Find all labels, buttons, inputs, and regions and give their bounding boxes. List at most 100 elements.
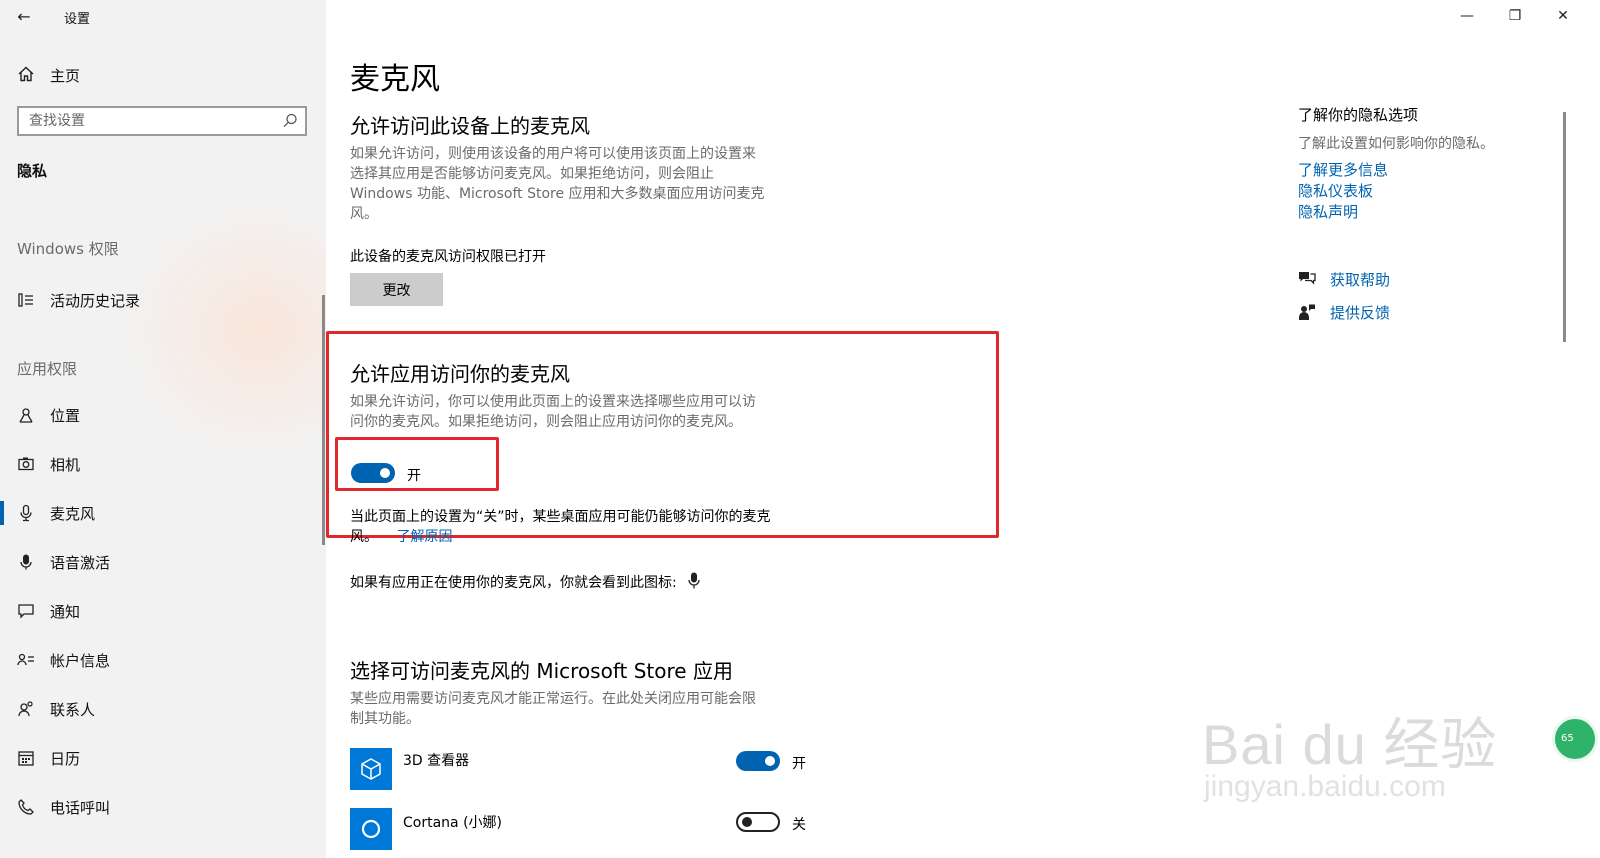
toggle-knob [742,817,752,827]
device-access-heading: 允许访问此设备上的麦克风 [350,114,590,138]
app-toggle-label: 关 [792,817,806,833]
sidebar-item-label: 日历 [50,750,81,768]
app-name: 3D 查看器 [403,753,470,769]
note-line: 当此页面上的设置为“关”时，某些桌面应用可能仍能够访问你的麦克 [350,509,771,525]
mic-in-use-icon [687,572,703,590]
sidebar-item-account-info[interactable]: 帐户信息 [0,642,326,678]
activity-history-icon [16,290,36,310]
close-button[interactable]: ✕ [1548,4,1578,28]
title-bar: ← 设置 [0,0,326,34]
app-access-description: 如果允许访问，你可以使用此页面上的设置来选择哪些应用可以访 问你的麦克风。如果拒… [350,392,810,432]
search-icon[interactable] [281,112,299,130]
app-toggle-label: 开 [792,756,806,772]
app-access-heading: 允许应用访问你的麦克风 [350,362,570,386]
calendar-icon [16,748,36,768]
sidebar-item-label: 联系人 [50,701,96,719]
get-help-row[interactable]: 获取帮助 [1298,268,1498,292]
sidebar-item-notifications[interactable]: 通知 [0,593,326,629]
mic-in-use-text: 如果有应用正在使用你的麦克风，你就会看到此图标: [350,575,677,591]
sidebar-item-label: 相机 [50,456,81,474]
description-line: 如果允许访问，则使用该设备的用户将可以使用该页面上的设置来 [350,146,756,162]
location-icon [16,405,36,425]
privacy-dashboard-link[interactable]: 隐私仪表板 [1298,180,1373,201]
privacy-options-title: 了解你的隐私选项 [1298,106,1419,124]
learn-more-link[interactable]: 了解更多信息 [1298,159,1388,180]
feedback-row[interactable]: 提供反馈 [1298,301,1498,325]
feedback-link[interactable]: 提供反馈 [1330,302,1390,323]
sidebar-item-location[interactable]: 位置 [0,397,326,433]
sidebar-item-phone-calls[interactable]: 电话呼叫 [0,789,326,825]
search-box [17,106,307,136]
description-line: 选择其应用是否能够访问麦克风。如果拒绝访问，则会阻止 [350,166,714,182]
app-title: 设置 [64,12,91,27]
device-access-description: 如果允许访问，则使用该设备的用户将可以使用该页面上的设置来 选择其应用是否能够访… [350,144,810,224]
app-toggle-3d-viewer[interactable] [736,751,780,771]
sidebar-item-label: 帐户信息 [50,652,111,670]
sidebar-item-label: 麦克风 [50,505,96,523]
sidebar: ← 设置 主页 隐私 Windows 权限 活动历史记录 应用权限 位置 相机 [0,0,326,858]
section-title-privacy: 隐私 [17,162,48,180]
page-title: 麦克风 [350,62,440,97]
sidebar-item-label: 位置 [50,407,81,425]
sidebar-item-home[interactable]: 主页 [0,58,326,90]
privacy-options-description: 了解此设置如何影响你的隐私。 [1298,136,1494,152]
mic-in-use-note: 如果有应用正在使用你的麦克风，你就会看到此图标: [350,572,703,592]
search-input[interactable] [19,108,279,134]
restore-button[interactable]: ❐ [1500,4,1530,28]
change-button[interactable]: 更改 [350,273,443,306]
voice-activation-icon [16,552,36,572]
sidebar-scrollbar[interactable] [322,295,325,545]
sidebar-item-label: 主页 [50,67,81,85]
desktop-apps-note: 当此页面上的设置为“关”时，某些桌面应用可能仍能够访问你的麦克 风。 了解原因 [350,507,820,547]
get-help-link[interactable]: 获取帮助 [1330,269,1390,290]
note-line: 风。 了解原因 [350,527,820,547]
app-name: Cortana (小娜) [403,815,502,831]
learn-why-link[interactable]: 了解原因 [396,529,452,545]
toggle-knob [380,468,390,478]
app-row-3d-viewer: 3D 查看器 开 [350,748,830,790]
camera-icon [16,454,36,474]
phone-icon [16,797,36,817]
description-line: 制其功能。 [350,711,420,727]
app-access-toggle[interactable] [351,463,395,483]
store-apps-heading: 选择可访问麦克风的 Microsoft Store 应用 [350,659,733,683]
back-button[interactable]: ← [12,6,36,28]
description-line: 问你的麦克风。如果拒绝访问，则会阻止应用访问你的麦克风。 [350,414,742,430]
sidebar-item-label: 电话呼叫 [50,799,111,817]
sidebar-item-voice-activation[interactable]: 语音激活 [0,544,326,580]
notification-icon [16,601,36,621]
app-toggle-cortana[interactable] [736,812,780,832]
active-indicator [0,501,4,525]
app-access-toggle-label: 开 [407,468,421,484]
watermark-url: jingyan.baidu.com [1204,770,1446,803]
account-info-icon [16,650,36,670]
sidebar-item-contacts[interactable]: 联系人 [0,691,326,727]
description-line: Windows 功能、Microsoft Store 应用和大多数桌面应用访问麦… [350,186,765,202]
restore-icon: ❐ [1508,8,1522,24]
sidebar-item-microphone[interactable]: 麦克风 [0,495,326,531]
privacy-statement-link[interactable]: 隐私声明 [1298,201,1358,222]
cortana-icon [350,808,392,850]
main-scrollbar[interactable] [1563,112,1566,342]
app-row-cortana: Cortana (小娜) 关 [350,808,830,850]
back-arrow-icon: ← [17,7,31,26]
window-controls: — ❐ ✕ [1450,0,1600,34]
note-line-end: 风。 [350,529,378,545]
sidebar-item-activity-history[interactable]: 活动历史记录 [0,282,326,318]
device-access-status: 此设备的麦克风访问权限已打开 [350,249,546,265]
floating-badge[interactable]: 65 [1552,716,1598,762]
feedback-icon [1298,303,1316,321]
microphone-icon [16,503,36,523]
sidebar-item-camera[interactable]: 相机 [0,446,326,482]
close-icon: ✕ [1557,8,1569,24]
sidebar-item-calendar[interactable]: 日历 [0,740,326,776]
group-label-windows: Windows 权限 [17,240,119,258]
minimize-button[interactable]: — [1452,4,1482,28]
watermark-brand: Bai du 经验 [1202,713,1498,776]
home-icon [16,64,36,84]
sidebar-item-label: 通知 [50,603,81,621]
store-apps-description: 某些应用需要访问麦克风才能正常运行。在此处关闭应用可能会限 制其功能。 [350,689,810,729]
sidebar-item-label: 活动历史记录 [50,292,141,310]
toggle-knob [765,756,775,766]
description-line: 某些应用需要访问麦克风才能正常运行。在此处关闭应用可能会限 [350,691,756,707]
